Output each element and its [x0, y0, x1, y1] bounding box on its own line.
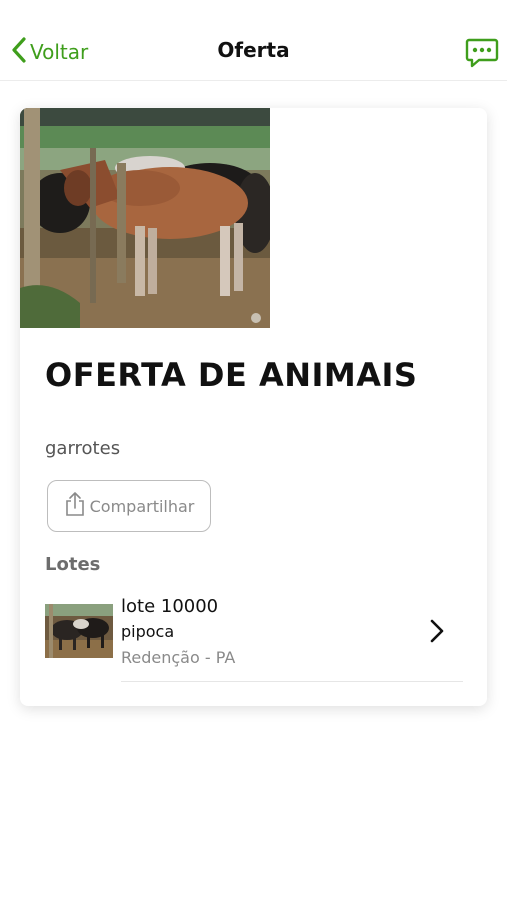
share-button[interactable]: Compartilhar [47, 480, 211, 532]
offer-photo [20, 108, 270, 328]
chevron-right-icon [429, 618, 445, 644]
share-button-label: Compartilhar [89, 496, 195, 516]
chat-button[interactable] [465, 36, 499, 70]
offer-title: OFERTA DE ANIMAIS [45, 356, 418, 394]
list-divider [121, 681, 463, 682]
lot-seller: pipoca [121, 622, 175, 641]
offer-card: OFERTA DE ANIMAIS garrotes Compartilhar … [20, 108, 487, 706]
share-icon [64, 491, 86, 521]
page-title: Oferta [217, 38, 290, 62]
lot-thumbnail [45, 604, 113, 658]
lot-location: Redenção - PA [121, 648, 236, 667]
lots-section-title: Lotes [45, 554, 101, 575]
lot-name: lote 10000 [121, 596, 219, 617]
lot-list-item[interactable]: lote 10000 pipoca Redenção - PA [45, 592, 463, 682]
offer-description: garrotes [45, 438, 121, 459]
chat-bubble-icon [465, 38, 499, 74]
nav-bar: Voltar Oferta [0, 0, 507, 81]
